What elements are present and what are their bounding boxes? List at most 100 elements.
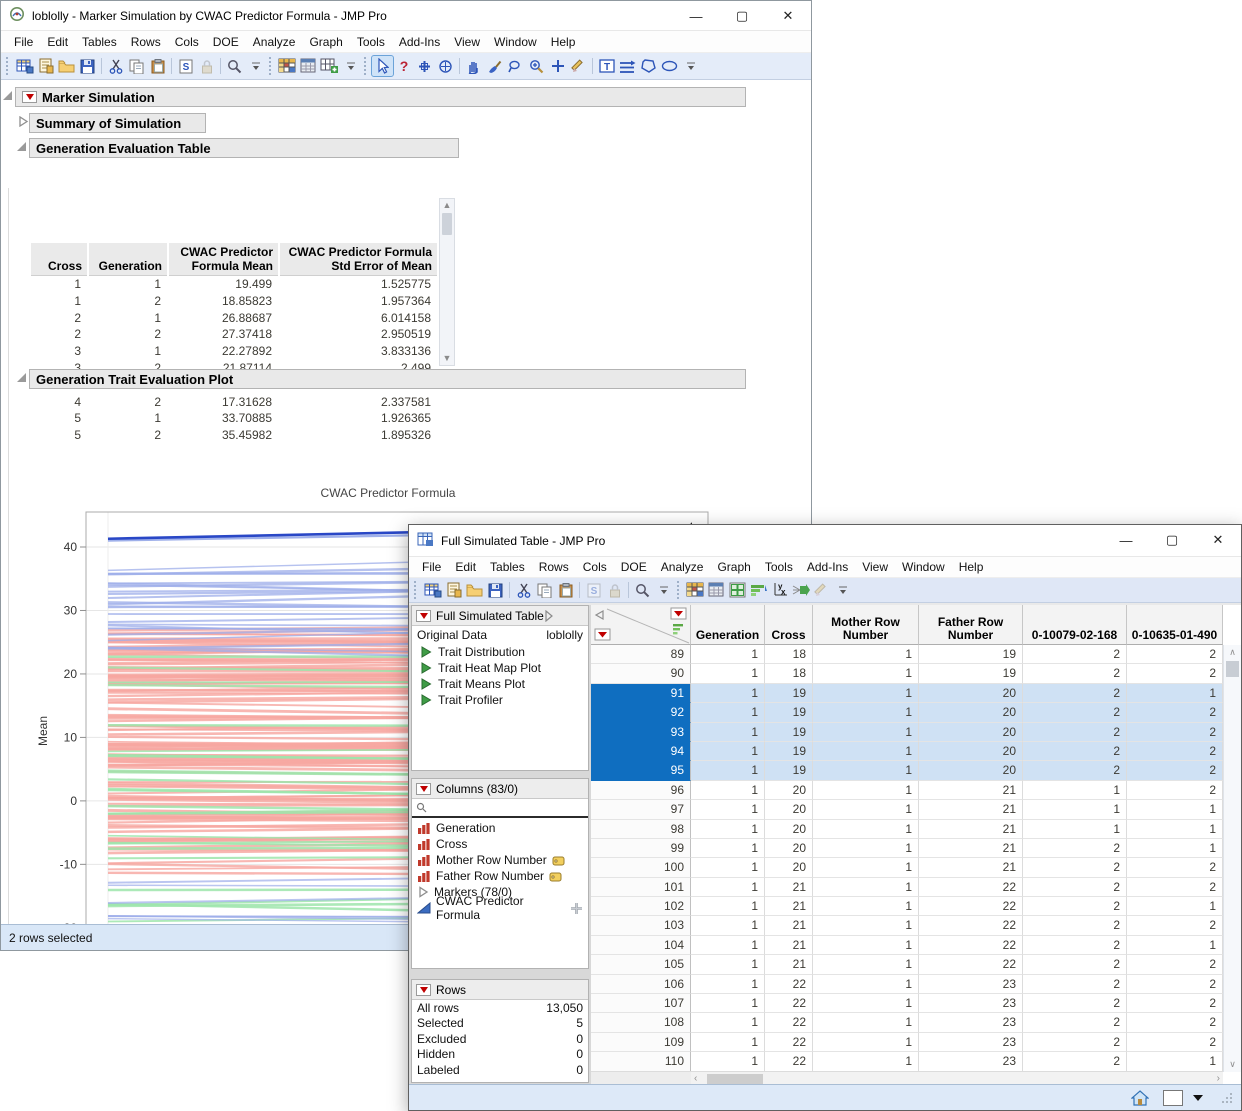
search-icon[interactable]: [224, 56, 245, 76]
grid-cell[interactable]: 20: [919, 742, 1023, 761]
grid-cell[interactable]: 1: [1127, 800, 1223, 819]
grid-cell[interactable]: 2: [1127, 994, 1223, 1013]
grid-cell[interactable]: 1: [813, 781, 919, 800]
grid-cell[interactable]: 1: [691, 878, 765, 897]
grid-cell[interactable]: 19: [765, 703, 813, 722]
grid-cell[interactable]: 1: [691, 994, 765, 1013]
grid-cell[interactable]: 23: [919, 1052, 1023, 1071]
scroll-down-icon[interactable]: ∨: [1224, 1059, 1241, 1070]
row-number[interactable]: 91: [591, 684, 691, 703]
grid-cell[interactable]: 1: [691, 761, 765, 780]
eval-table-cell[interactable]: 1.895326: [280, 427, 437, 444]
grid-cell[interactable]: 2: [1127, 1013, 1223, 1032]
toolbar-overflow-icon[interactable]: [245, 56, 266, 76]
outline-open-icon[interactable]: [16, 372, 27, 383]
grid-cell[interactable]: 22: [765, 975, 813, 994]
grid-cell[interactable]: 1: [813, 858, 919, 877]
menu-file[interactable]: File: [415, 558, 448, 576]
grid-cell[interactable]: 2: [1023, 975, 1127, 994]
eval-column-header[interactable]: CWAC Predictor FormulaStd Error of Mean: [280, 243, 437, 276]
eval-table-cell[interactable]: 3: [31, 343, 87, 360]
toolbar-overflow-icon[interactable]: [680, 56, 701, 76]
grid-cell[interactable]: 22: [919, 897, 1023, 916]
grid-cell[interactable]: 2: [1127, 955, 1223, 974]
scroll-left-icon[interactable]: ‹: [694, 1073, 697, 1084]
grid-cell[interactable]: 1: [1127, 820, 1223, 839]
eval-column-header[interactable]: Cross: [31, 243, 87, 276]
data-table-view-icon[interactable]: [277, 56, 298, 76]
rows-stat-row[interactable]: Hidden0: [412, 1047, 588, 1063]
eval-column-header[interactable]: CWAC PredictorFormula Mean: [169, 243, 278, 276]
menu-analyze[interactable]: Analyze: [654, 558, 711, 576]
grid-cell[interactable]: 2: [1023, 897, 1127, 916]
grid-cell[interactable]: 20: [765, 839, 813, 858]
eval-table-cell[interactable]: 1: [31, 276, 87, 293]
grid-column-header[interactable]: Cross: [765, 605, 813, 645]
grid-cell[interactable]: 22: [919, 916, 1023, 935]
paste-icon[interactable]: [555, 580, 576, 600]
eval-table-cell[interactable]: 1: [31, 293, 87, 310]
eval-table-cell[interactable]: 1.926365: [280, 410, 437, 427]
column-list-item[interactable]: Mother Row Number: [412, 852, 588, 868]
script-icon[interactable]: S: [583, 580, 604, 600]
grid-cell[interactable]: 18: [765, 645, 813, 664]
grid-cell[interactable]: 20: [765, 781, 813, 800]
grid-cell[interactable]: 1: [1127, 839, 1223, 858]
grid-cell[interactable]: 2: [1023, 1033, 1127, 1052]
row-number[interactable]: 102: [591, 897, 691, 916]
grid-column-header[interactable]: 0-10635-01-490: [1127, 605, 1223, 645]
eval-table-cell[interactable]: 1.525775: [280, 276, 437, 293]
window2-titlebar[interactable]: Full Simulated Table - JMP Pro — ▢ ✕: [409, 525, 1241, 557]
paste-icon[interactable]: [147, 56, 168, 76]
scroll-up-icon[interactable]: ∧: [1224, 647, 1241, 658]
grid-cell[interactable]: 2: [1127, 1033, 1223, 1052]
cut-icon[interactable]: [105, 56, 126, 76]
menu-addins[interactable]: Add-Ins: [392, 33, 447, 51]
rows-stat-row[interactable]: Selected5: [412, 1016, 588, 1032]
row-number[interactable]: 96: [591, 781, 691, 800]
grid-cell[interactable]: 2: [1127, 916, 1223, 935]
eval-table-cell[interactable]: 26.88687: [169, 310, 278, 327]
grid-column-header[interactable]: 0-10079-02-168: [1023, 605, 1127, 645]
grid-cell[interactable]: 1: [1023, 820, 1127, 839]
grid-cell[interactable]: 1: [813, 820, 919, 839]
row-number[interactable]: 100: [591, 858, 691, 877]
eval-table-cell[interactable]: 33.70885: [169, 410, 278, 427]
row-number[interactable]: 104: [591, 936, 691, 955]
grid-column-header[interactable]: Generation: [691, 605, 765, 645]
grid-cell[interactable]: 22: [765, 1013, 813, 1032]
red-triangle-menu-icon[interactable]: [416, 783, 431, 795]
formula-icon[interactable]: yx: [769, 580, 790, 600]
columns-panel-header[interactable]: Columns (83/0): [412, 779, 588, 799]
selection-color-box[interactable]: [1163, 1090, 1183, 1106]
crosshair-tool-icon[interactable]: [547, 56, 568, 76]
save-icon[interactable]: [485, 580, 506, 600]
grid-cell[interactable]: 2: [1023, 955, 1127, 974]
grid-cell[interactable]: 19: [765, 723, 813, 742]
minimize-button[interactable]: —: [1103, 525, 1149, 555]
grid-cell[interactable]: 1: [1127, 897, 1223, 916]
grid-cell[interactable]: 1: [813, 994, 919, 1013]
grid-cell[interactable]: 1: [813, 800, 919, 819]
grid-cell[interactable]: 20: [919, 684, 1023, 703]
eval-table-cell[interactable]: 5: [31, 427, 87, 444]
home-icon[interactable]: [1131, 1090, 1149, 1106]
eval-table-cell[interactable]: 2.337581: [280, 394, 437, 411]
row-number[interactable]: 97: [591, 800, 691, 819]
eval-column-header[interactable]: Generation: [89, 243, 167, 276]
red-triangle-menu-icon[interactable]: [22, 91, 37, 103]
target-tool-icon[interactable]: [435, 56, 456, 76]
lock-icon[interactable]: [196, 56, 217, 76]
eval-table-cell[interactable]: 1.957364: [280, 293, 437, 310]
grid-cell[interactable]: 2: [1023, 761, 1127, 780]
columns-search-box[interactable]: [412, 799, 588, 818]
grid-cell[interactable]: 20: [919, 723, 1023, 742]
open-icon[interactable]: [464, 580, 485, 600]
oval-annotation-icon[interactable]: [659, 56, 680, 76]
table-panel-header[interactable]: Full Simulated Table: [412, 606, 588, 626]
grid-cell[interactable]: 1: [813, 839, 919, 858]
menu-file[interactable]: File: [7, 33, 40, 51]
grid-cell[interactable]: 2: [1023, 742, 1127, 761]
menu-graph[interactable]: Graph: [710, 558, 757, 576]
grid-cell[interactable]: 20: [919, 761, 1023, 780]
